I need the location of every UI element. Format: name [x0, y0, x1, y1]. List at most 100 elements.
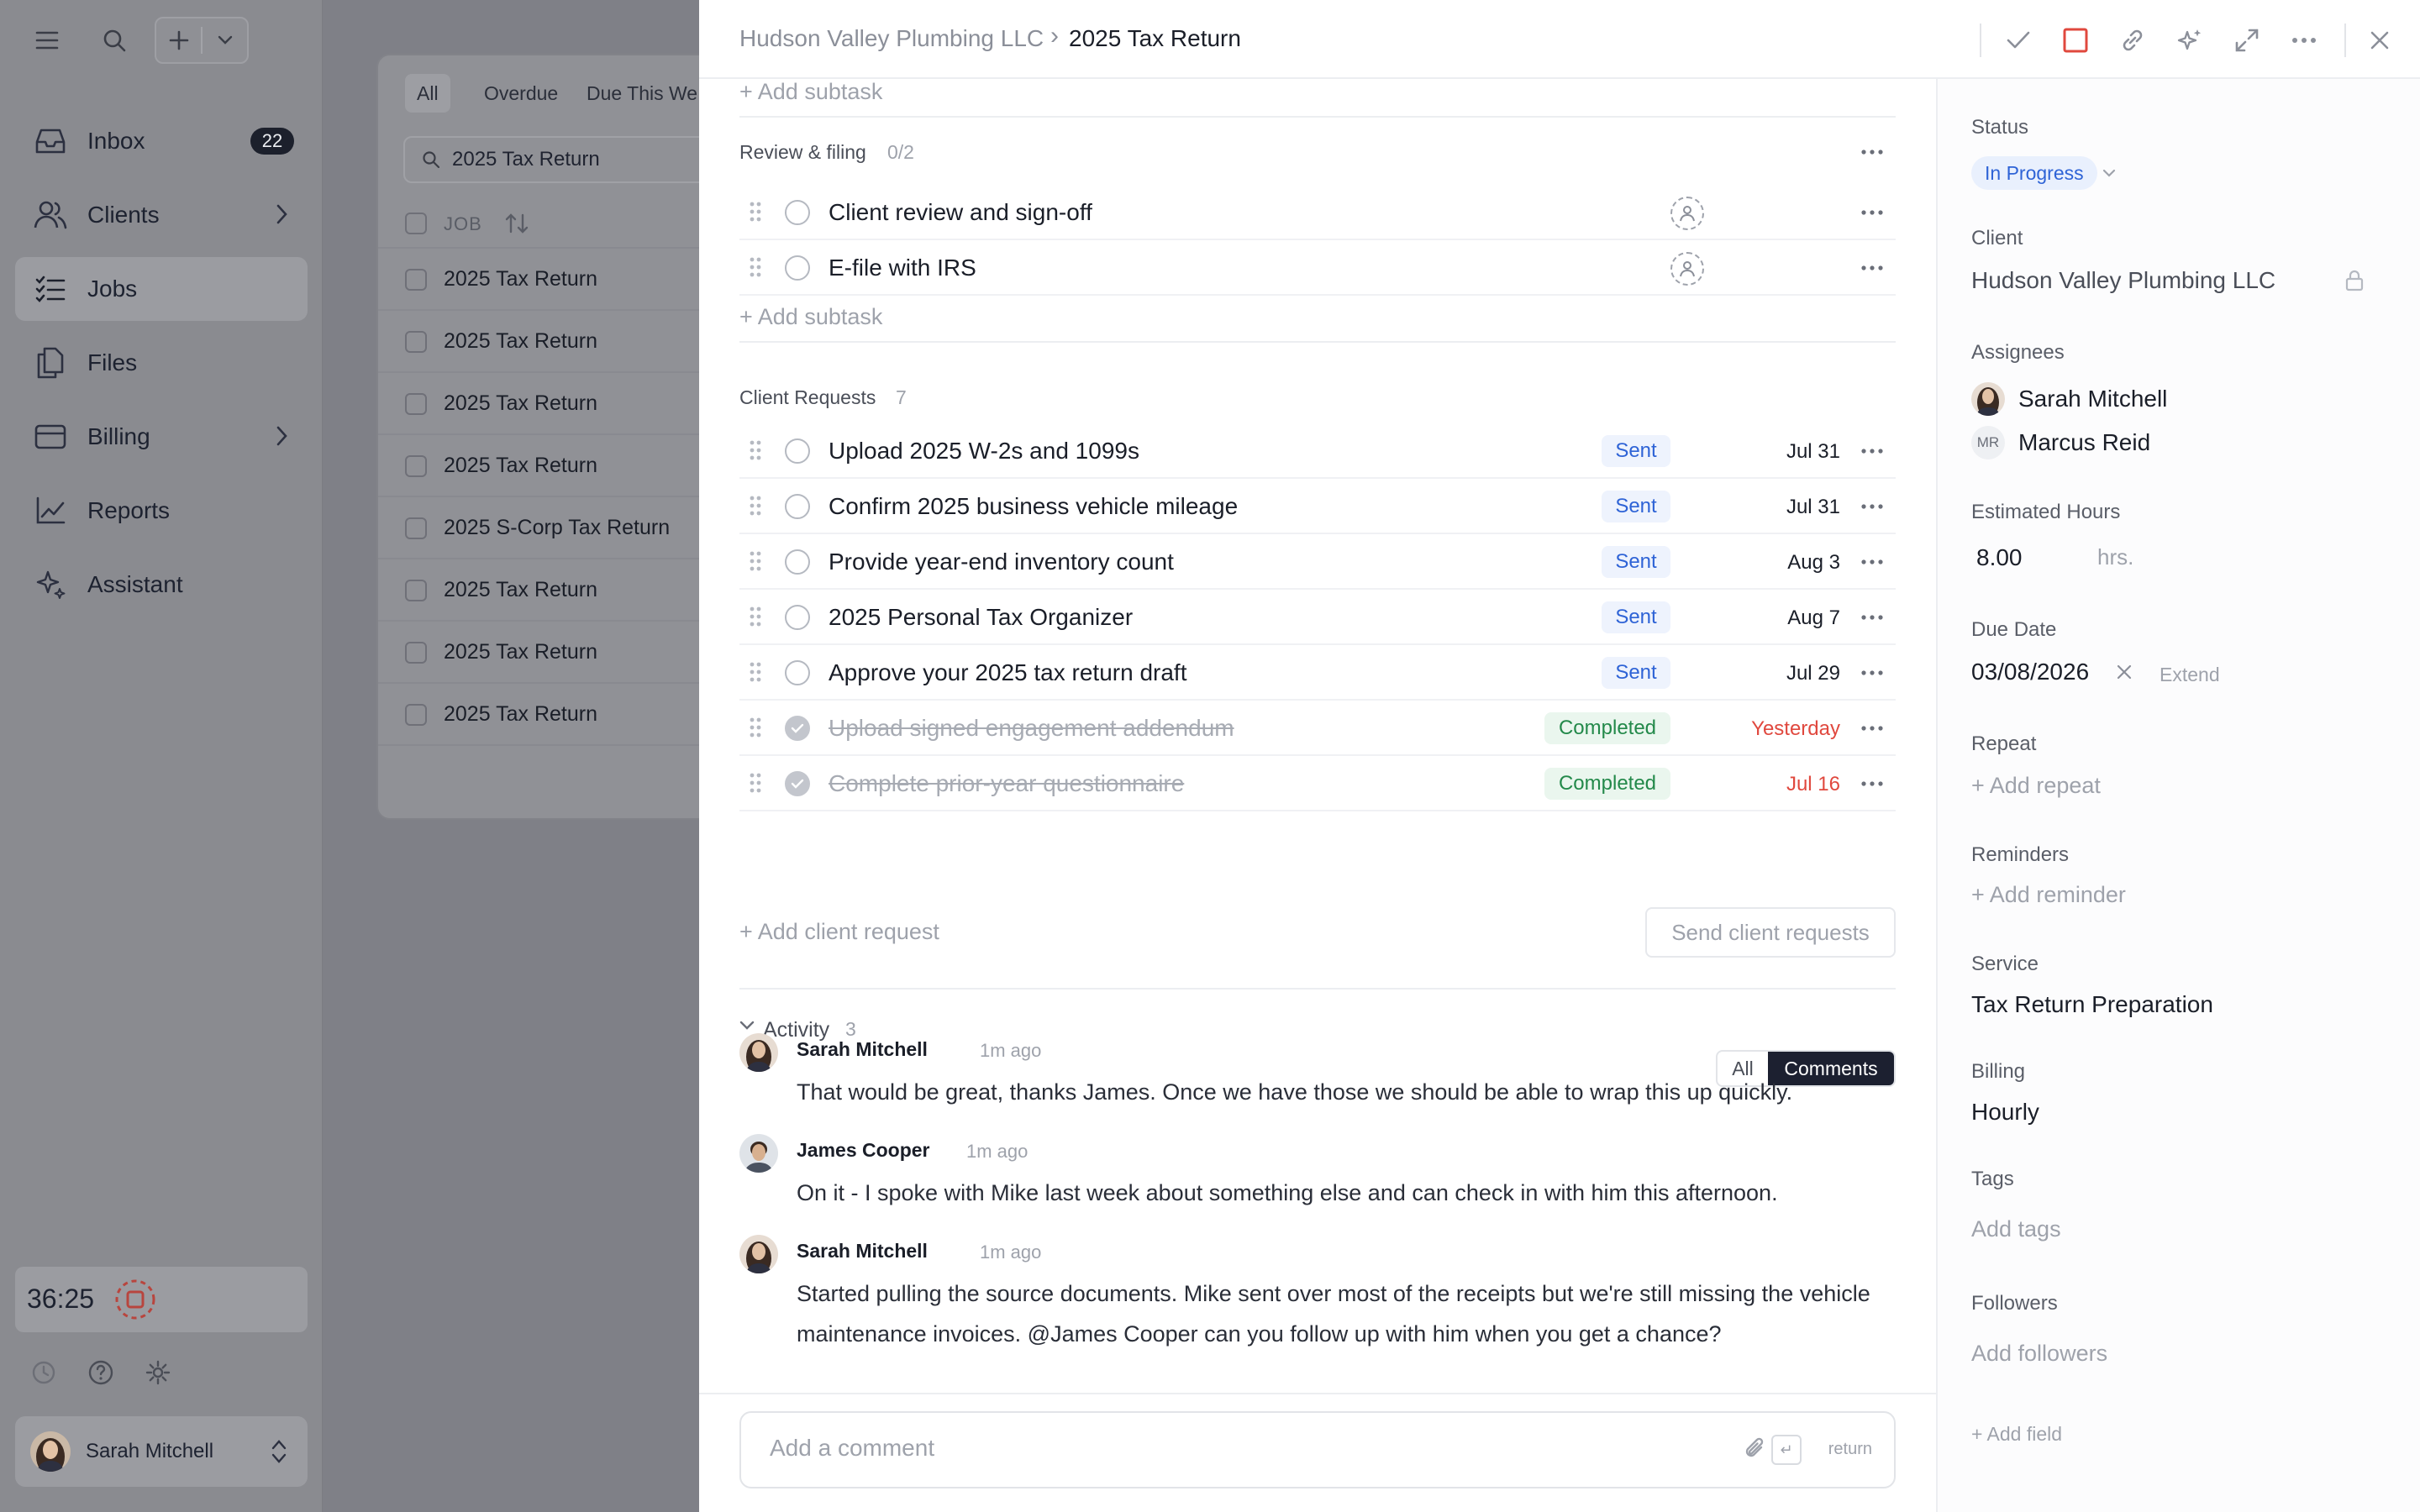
table-row[interactable]: 2025 Tax Return: [378, 249, 728, 311]
add-subtask-button[interactable]: + Add subtask: [739, 79, 882, 105]
account-switcher[interactable]: Sarah Mitchell: [15, 1416, 308, 1487]
sidebar-item-files[interactable]: Files: [15, 331, 308, 395]
completed-checkbox[interactable]: [785, 771, 810, 796]
extend-due-date-button[interactable]: Extend: [2160, 664, 2220, 686]
gear-icon[interactable]: [139, 1354, 176, 1391]
breadcrumb-client-link[interactable]: Hudson Valley Plumbing LLC: [739, 25, 1044, 52]
column-header-job[interactable]: JOB: [444, 213, 482, 235]
more-options-icon[interactable]: [1855, 139, 1889, 165]
drag-handle-icon[interactable]: [750, 496, 761, 516]
row-checkbox[interactable]: [405, 455, 427, 477]
complete-checkbox[interactable]: [785, 549, 810, 575]
more-options-icon[interactable]: [1855, 716, 1889, 741]
drag-handle-icon[interactable]: [750, 551, 761, 571]
drag-handle-icon[interactable]: [750, 202, 761, 222]
table-row[interactable]: 2025 Tax Return: [378, 622, 728, 684]
ai-sparkle-icon[interactable]: [2171, 22, 2208, 59]
table-row[interactable]: 2025 Tax Return: [378, 559, 728, 622]
filter-tab-all[interactable]: All: [405, 74, 450, 113]
more-options-icon[interactable]: [1855, 549, 1889, 575]
drag-handle-icon[interactable]: [750, 257, 761, 277]
estimated-hours-input[interactable]: 8.00: [1976, 544, 2023, 571]
complete-checkbox[interactable]: [785, 605, 810, 630]
row-checkbox[interactable]: [405, 393, 427, 415]
stop-timer-icon[interactable]: [113, 1277, 158, 1322]
client-request-row[interactable]: Confirm 2025 business vehicle mileage Se…: [739, 479, 1896, 534]
add-tags-input[interactable]: Add tags: [1971, 1216, 2061, 1242]
select-all-checkbox[interactable]: [405, 213, 427, 234]
assign-user-icon[interactable]: [1670, 197, 1704, 230]
sort-icon[interactable]: [504, 212, 529, 235]
complete-checkbox[interactable]: [785, 200, 810, 225]
subtask-title[interactable]: E-file with IRS: [829, 255, 976, 281]
table-row[interactable]: 2025 Tax Return: [378, 373, 728, 435]
client-request-row[interactable]: 2025 Personal Tax Organizer Sent Aug 7: [739, 590, 1896, 645]
complete-checkbox[interactable]: [785, 660, 810, 685]
close-icon[interactable]: [2361, 22, 2398, 59]
subtask-row[interactable]: E-file with IRS: [739, 240, 1896, 296]
chevron-down-icon[interactable]: [2102, 168, 2116, 178]
comment-author[interactable]: Sarah Mitchell: [797, 1240, 928, 1263]
assign-user-icon[interactable]: [1670, 252, 1704, 286]
filter-tab-overdue[interactable]: Overdue: [472, 74, 570, 113]
clear-date-icon[interactable]: [2116, 664, 2133, 680]
complete-checkbox[interactable]: [785, 438, 810, 464]
comment-author[interactable]: Sarah Mitchell: [797, 1038, 928, 1061]
more-options-icon[interactable]: [1855, 200, 1889, 225]
filter-tab-due-this-week[interactable]: Due This We: [575, 74, 709, 113]
jobs-search-input[interactable]: 2025 Tax Return: [403, 136, 728, 183]
sidebar-item-assistant[interactable]: Assistant: [15, 553, 308, 617]
check-icon[interactable]: [2000, 22, 2037, 59]
search-icon[interactable]: [92, 18, 136, 62]
clock-icon[interactable]: [25, 1354, 62, 1391]
request-title[interactable]: Upload signed engagement addendum: [829, 715, 1234, 742]
request-title[interactable]: Complete prior-year questionnaire: [829, 770, 1184, 797]
sidebar-item-jobs[interactable]: Jobs: [15, 257, 308, 321]
chevron-down-icon[interactable]: [203, 18, 247, 62]
row-checkbox[interactable]: [405, 580, 427, 601]
send-client-requests-button[interactable]: Send client requests: [1645, 907, 1896, 958]
row-checkbox[interactable]: [405, 331, 427, 353]
subtask-row[interactable]: Client review and sign-off: [739, 185, 1896, 240]
client-request-row[interactable]: Complete prior-year questionnaire Comple…: [739, 756, 1896, 811]
billing-value[interactable]: Hourly: [1971, 1099, 2039, 1126]
client-request-row[interactable]: Provide year-end inventory count Sent Au…: [739, 534, 1896, 590]
paperclip-icon[interactable]: [1743, 1435, 1768, 1463]
request-title[interactable]: 2025 Personal Tax Organizer: [829, 604, 1133, 631]
subtask-title[interactable]: Client review and sign-off: [829, 199, 1092, 226]
row-checkbox[interactable]: [405, 704, 427, 726]
complete-checkbox[interactable]: [785, 494, 810, 519]
comment-author[interactable]: James Cooper: [797, 1139, 930, 1162]
request-title[interactable]: Upload 2025 W-2s and 1099s: [829, 438, 1139, 465]
row-checkbox[interactable]: [405, 269, 427, 291]
table-row[interactable]: 2025 S-Corp Tax Return: [378, 497, 728, 559]
more-options-icon[interactable]: [1855, 438, 1889, 464]
table-row[interactable]: 2025 Tax Return: [378, 684, 728, 746]
sidebar-item-inbox[interactable]: Inbox 22: [15, 109, 308, 173]
drag-handle-icon[interactable]: [750, 773, 761, 793]
more-options-icon[interactable]: [1855, 494, 1889, 519]
drag-handle-icon[interactable]: [750, 717, 761, 738]
add-client-request-button[interactable]: + Add client request: [739, 919, 939, 945]
service-value[interactable]: Tax Return Preparation: [1971, 991, 2213, 1018]
request-title[interactable]: Confirm 2025 business vehicle mileage: [829, 493, 1238, 520]
more-options-icon[interactable]: [1855, 255, 1889, 281]
sidebar-item-billing[interactable]: Billing: [15, 405, 308, 469]
request-title[interactable]: Provide year-end inventory count: [829, 549, 1174, 575]
row-checkbox[interactable]: [405, 517, 427, 539]
time-tracker[interactable]: 36:25: [15, 1267, 308, 1332]
sidebar-item-reports[interactable]: Reports: [15, 479, 308, 543]
table-row[interactable]: 2025 Tax Return: [378, 311, 728, 373]
add-followers-input[interactable]: Add followers: [1971, 1341, 2107, 1367]
completed-checkbox[interactable]: [785, 716, 810, 741]
more-options-icon[interactable]: [1855, 660, 1889, 685]
add-subtask-button[interactable]: + Add subtask: [739, 304, 882, 330]
drag-handle-icon[interactable]: [750, 662, 761, 682]
client-request-row[interactable]: Approve your 2025 tax return draft Sent …: [739, 645, 1896, 701]
stop-square-icon[interactable]: [2057, 22, 2094, 59]
add-repeat-button[interactable]: + Add repeat: [1971, 773, 2101, 799]
comment-input[interactable]: Add a comment ↵ return: [739, 1411, 1896, 1488]
request-title[interactable]: Approve your 2025 tax return draft: [829, 659, 1186, 686]
chevron-down-icon[interactable]: [739, 1020, 755, 1032]
more-options-icon[interactable]: [1855, 605, 1889, 630]
